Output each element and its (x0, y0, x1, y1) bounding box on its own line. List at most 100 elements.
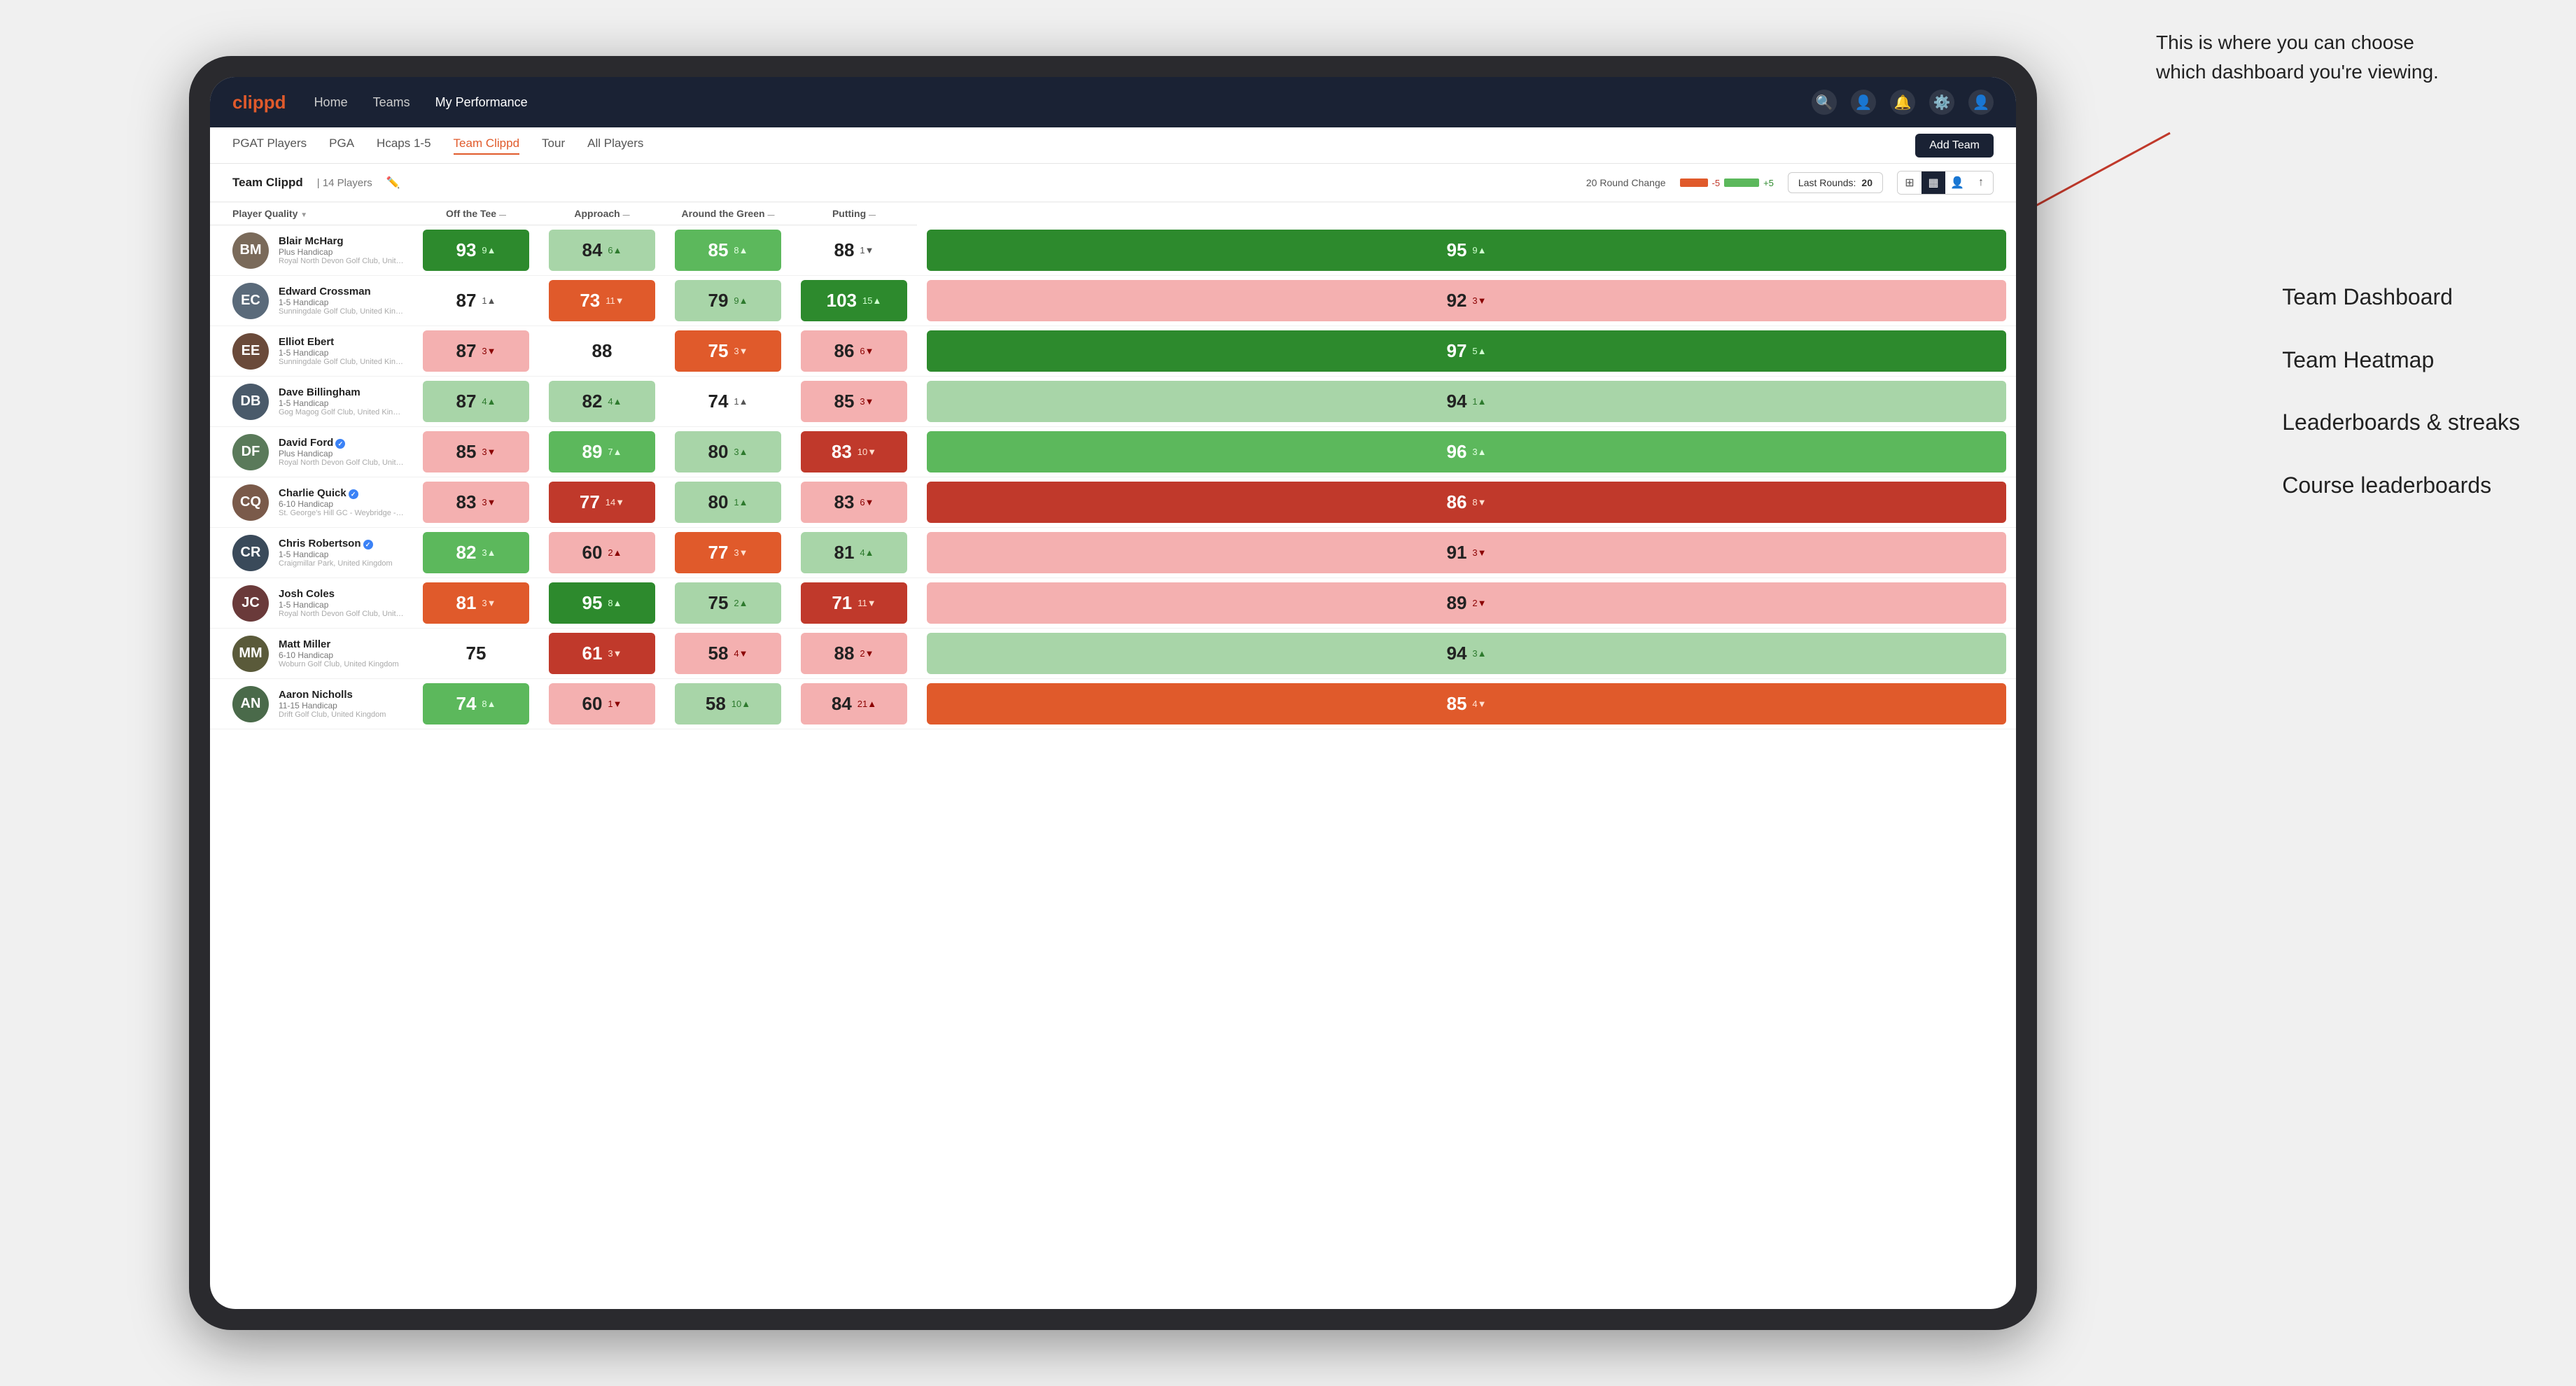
table-row[interactable]: EE Elliot Ebert 1-5 Handicap Sunningdale… (210, 326, 2016, 377)
player-cell[interactable]: EC Edward Crossman 1-5 Handicap Sunningd… (210, 276, 413, 326)
stat-change: 1▲ (482, 295, 496, 306)
stat-cell-putting: 96 3▲ (917, 427, 2016, 477)
player-cell[interactable]: DB Dave Billingham 1-5 Handicap Gog Mago… (210, 377, 413, 427)
stat-box: 94 3▲ (927, 633, 2006, 674)
stat-change: 4▲ (860, 547, 874, 558)
sub-nav-pgat[interactable]: PGAT Players (232, 136, 307, 155)
col-header-around-green[interactable]: Around the Green — (665, 202, 791, 225)
stat-change: 2▲ (608, 547, 622, 558)
player-cell[interactable]: EE Elliot Ebert 1-5 Handicap Sunningdale… (210, 326, 413, 377)
stat-box: 80 1▲ (675, 482, 781, 523)
player-name: David Ford✓ (279, 437, 405, 449)
player-table: Player Quality ▼ Off the Tee — Approach … (210, 202, 2016, 729)
stat-cell-off_tee: 77 14▼ (539, 477, 665, 528)
stat-box: 79 9▲ (675, 280, 781, 321)
player-name: Blair McHarg (279, 235, 405, 247)
stat-cell-putting: 94 1▲ (917, 377, 2016, 427)
view-heatmap-btn[interactable]: ▦ (1921, 172, 1945, 194)
sub-nav-all-players[interactable]: All Players (587, 136, 643, 155)
player-club: Sunningdale Golf Club, United Kingdom (279, 307, 405, 316)
stat-change: 1▼ (608, 699, 622, 709)
stat-value: 74 (456, 693, 476, 715)
search-icon[interactable]: 🔍 (1812, 90, 1837, 115)
top-nav: clippd Home Teams My Performance 🔍 👤 🔔 ⚙… (210, 77, 2016, 127)
stat-value: 87 (456, 340, 476, 362)
stat-cell-off_tee: 61 3▼ (539, 629, 665, 679)
col-header-putting[interactable]: Putting — (791, 202, 917, 225)
table-row[interactable]: DB Dave Billingham 1-5 Handicap Gog Mago… (210, 377, 2016, 427)
nav-link-home[interactable]: Home (314, 95, 348, 110)
player-cell[interactable]: MM Matt Miller 6-10 Handicap Woburn Golf… (210, 629, 413, 679)
view-grid-btn[interactable]: ⊞ (1898, 172, 1921, 194)
view-export-btn[interactable]: ↑ (1969, 172, 1993, 194)
verified-icon: ✓ (335, 439, 345, 449)
player-name: Aaron Nicholls (279, 689, 386, 701)
stat-value: 88 (592, 340, 612, 362)
player-info: Blair McHarg Plus Handicap Royal North D… (279, 235, 405, 265)
player-cell[interactable]: AN Aaron Nicholls 11-15 Handicap Drift G… (210, 679, 413, 729)
view-chart-btn[interactable]: 👤 (1945, 172, 1969, 194)
side-labels: Team Dashboard Team Heatmap Leaderboards… (2282, 266, 2520, 517)
player-cell[interactable]: JC Josh Coles 1-5 Handicap Royal North D… (210, 578, 413, 629)
stat-change: 3▲ (734, 447, 748, 457)
table-row[interactable]: DF David Ford✓ Plus Handicap Royal North… (210, 427, 2016, 477)
player-club: Craigmillar Park, United Kingdom (279, 559, 393, 568)
stat-cell-player_quality: 83 3▼ (413, 477, 539, 528)
table-row[interactable]: CQ Charlie Quick✓ 6-10 Handicap St. Geor… (210, 477, 2016, 528)
player-club: Sunningdale Golf Club, United Kingdom (279, 358, 405, 366)
player-info: Elliot Ebert 1-5 Handicap Sunningdale Go… (279, 336, 405, 366)
add-team-button[interactable]: Add Team (1915, 134, 1994, 158)
player-cell[interactable]: CQ Charlie Quick✓ 6-10 Handicap St. Geor… (210, 477, 413, 528)
sub-nav-tour[interactable]: Tour (542, 136, 565, 155)
stat-change: 2▼ (1472, 598, 1486, 608)
stat-box: 97 5▲ (927, 330, 2006, 372)
player-info: Josh Coles 1-5 Handicap Royal North Devo… (279, 588, 405, 618)
stat-box: 75 2▲ (675, 582, 781, 624)
stat-box: 82 3▲ (423, 532, 529, 573)
nav-links: Home Teams My Performance (314, 95, 1812, 110)
user-icon[interactable]: 👤 (1851, 90, 1876, 115)
col-header-approach[interactable]: Approach — (539, 202, 665, 225)
avatar: AN (232, 686, 269, 722)
stat-change: 8▲ (734, 245, 748, 255)
sub-nav-hcaps[interactable]: Hcaps 1-5 (377, 136, 430, 155)
stat-value: 88 (834, 239, 854, 261)
stat-change: 4▲ (482, 396, 496, 407)
nav-link-performance[interactable]: My Performance (435, 95, 528, 110)
label-leaderboards: Leaderboards & streaks (2282, 391, 2520, 454)
table-row[interactable]: JC Josh Coles 1-5 Handicap Royal North D… (210, 578, 2016, 629)
col-header-player[interactable]: Player Quality ▼ (210, 202, 413, 225)
player-cell[interactable]: CR Chris Robertson✓ 1-5 Handicap Craigmi… (210, 528, 413, 578)
avatar: CQ (232, 484, 269, 521)
avatar-icon[interactable]: 👤 (1968, 90, 1994, 115)
stat-box: 74 8▲ (423, 683, 529, 724)
stat-change: 1▼ (860, 245, 874, 255)
player-cell[interactable]: DF David Ford✓ Plus Handicap Royal North… (210, 427, 413, 477)
sub-nav-team-clippd[interactable]: Team Clippd (454, 136, 520, 155)
stat-box: 85 3▼ (423, 431, 529, 472)
table-row[interactable]: AN Aaron Nicholls 11-15 Handicap Drift G… (210, 679, 2016, 729)
nav-link-teams[interactable]: Teams (373, 95, 410, 110)
stat-box: 83 10▼ (801, 431, 907, 472)
edit-icon[interactable]: ✏️ (386, 176, 400, 190)
bell-icon[interactable]: 🔔 (1890, 90, 1915, 115)
table-row[interactable]: BM Blair McHarg Plus Handicap Royal Nort… (210, 225, 2016, 276)
table-row[interactable]: CR Chris Robertson✓ 1-5 Handicap Craigmi… (210, 528, 2016, 578)
table-row[interactable]: MM Matt Miller 6-10 Handicap Woburn Golf… (210, 629, 2016, 679)
stat-change: 3▲ (1472, 648, 1486, 659)
player-info: Charlie Quick✓ 6-10 Handicap St. George'… (279, 487, 405, 517)
stat-value: 96 (1446, 441, 1466, 463)
table-container[interactable]: Player Quality ▼ Off the Tee — Approach … (210, 202, 2016, 1309)
last-rounds-button[interactable]: Last Rounds: 20 (1788, 172, 1883, 193)
team-count: | 14 Players (317, 177, 372, 189)
col-header-off-tee[interactable]: Off the Tee — (413, 202, 539, 225)
table-row[interactable]: EC Edward Crossman 1-5 Handicap Sunningd… (210, 276, 2016, 326)
bar-neg (1680, 178, 1708, 187)
settings-icon[interactable]: ⚙️ (1929, 90, 1954, 115)
stat-change: 1▲ (734, 497, 748, 507)
sub-nav-pga[interactable]: PGA (329, 136, 354, 155)
stat-cell-off_tee: 88 (539, 326, 665, 377)
player-cell[interactable]: BM Blair McHarg Plus Handicap Royal Nort… (210, 225, 413, 276)
player-name: Elliot Ebert (279, 336, 405, 348)
stat-value: 58 (706, 693, 726, 715)
